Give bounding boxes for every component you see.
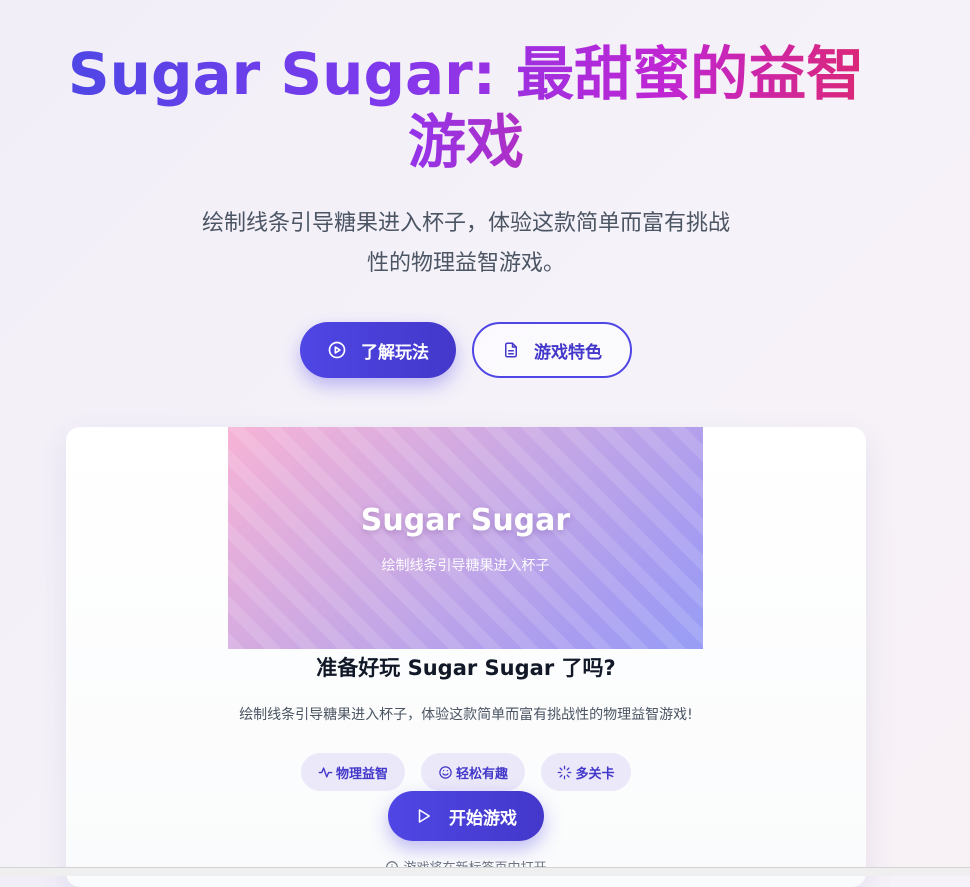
play-icon: [415, 807, 433, 825]
hero-title-part1: Sugar Sugar: 最甜蜜的益智: [67, 40, 865, 108]
banner-title: Sugar Sugar: [360, 503, 571, 538]
hero-title: Sugar Sugar: 最甜蜜的益智 游戏: [0, 40, 932, 176]
tag-multi-level: 多关卡: [541, 753, 631, 791]
activity-icon: [318, 765, 333, 780]
tag-easy-fun: 轻松有趣: [421, 753, 525, 791]
tag-label: 轻松有趣: [455, 766, 508, 782]
smile-icon: [438, 765, 453, 780]
start-game-label: 开始游戏: [449, 808, 517, 829]
tag-label: 物理益智: [335, 766, 388, 782]
hero-subtitle: 绘制线条引导糖果进入杯子，体验这款简单而富有挑战 性的物理益智游戏。: [170, 204, 762, 284]
tag-label: 多关卡: [575, 766, 615, 782]
tag-physics-puzzle: 物理益智: [301, 753, 405, 791]
banner-subtitle: 绘制线条引导糖果进入杯子: [381, 558, 550, 574]
learn-how-to-play-button[interactable]: 了解玩法: [300, 322, 456, 378]
game-description: 绘制线条引导糖果进入杯子，体验这款简单而富有挑战性的物理益智游戏!: [239, 707, 693, 723]
start-game-button[interactable]: 开始游戏: [388, 791, 544, 841]
learn-how-to-play-label: 了解玩法: [361, 342, 429, 363]
document-icon: [502, 341, 520, 359]
play-circle-icon: [327, 340, 347, 360]
ready-title: 准备好玩 Sugar Sugar 了吗?: [316, 656, 616, 680]
hero-subtitle-line1: 绘制线条引导糖果进入杯子，体验这款简单而富有挑战: [201, 211, 730, 236]
game-features-button[interactable]: 游戏特色: [472, 322, 632, 378]
hero-title-part2: 游戏: [407, 108, 524, 176]
game-features-label: 游戏特色: [534, 342, 602, 363]
loader-icon: [557, 765, 572, 780]
game-banner[interactable]: Sugar Sugar 绘制线条引导糖果进入杯子: [228, 427, 703, 649]
hero-subtitle-line2: 性的物理益智游戏。: [366, 251, 565, 276]
